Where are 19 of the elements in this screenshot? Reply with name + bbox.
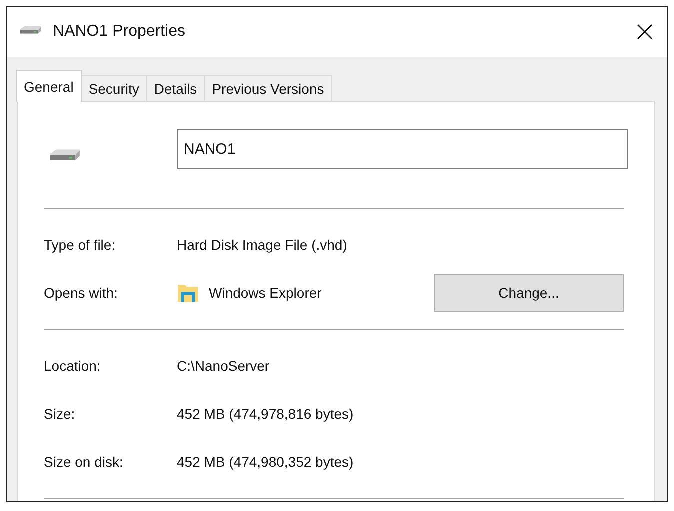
field-value: 452 MB (474,980,352 bytes)	[177, 454, 354, 470]
field-label: Location:	[44, 358, 102, 374]
drive-icon	[48, 147, 82, 163]
app-name: Windows Explorer	[209, 285, 322, 301]
tab[interactable]: Previous Versions	[204, 75, 332, 101]
field-value: 452 MB (474,978,816 bytes)	[177, 406, 354, 422]
change-button[interactable]: Change...	[434, 274, 624, 312]
drive-icon	[19, 24, 43, 36]
field-value: C:\NanoServer	[177, 358, 270, 374]
window-title: NANO1 Properties	[53, 23, 186, 41]
folder-icon	[177, 283, 199, 303]
close-icon[interactable]	[637, 24, 653, 40]
name-field[interactable]: NANO1	[177, 129, 628, 169]
field-label: Opens with:	[44, 285, 119, 301]
field-value: Hard Disk Image File (.vhd)	[177, 237, 348, 253]
tab[interactable]: General	[16, 70, 82, 102]
field-label: Size on disk:	[44, 454, 124, 470]
field-label: Type of file:	[44, 237, 117, 253]
field-label: Size:	[44, 406, 76, 422]
